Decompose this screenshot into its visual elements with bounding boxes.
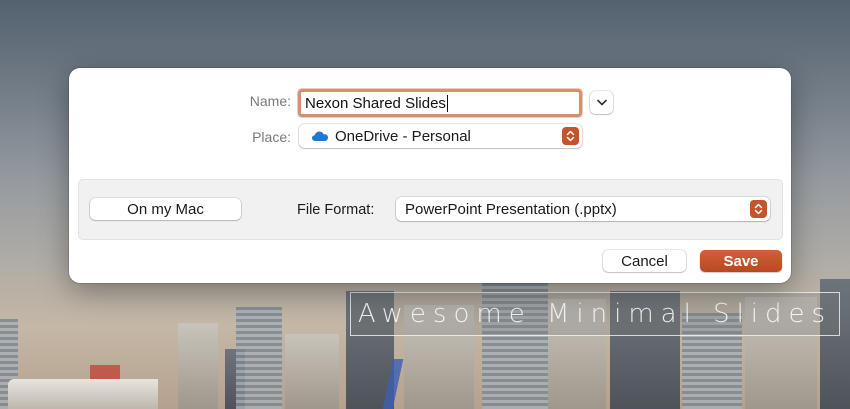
save-dialog: Name: Nexon Shared Slides Place: OneDriv… [69, 68, 791, 283]
up-down-chevron-icon [562, 127, 579, 145]
save-button[interactable]: Save [700, 250, 782, 272]
name-label: Name: [249, 93, 291, 109]
file-format-value: PowerPoint Presentation (.pptx) [405, 200, 617, 218]
cruise-ship [8, 379, 158, 409]
onedrive-cloud-icon [311, 130, 329, 142]
slide-title: Awesome Minimal Slides [357, 299, 833, 329]
ship-funnel [90, 365, 120, 379]
place-select[interactable]: OneDrive - Personal [299, 124, 582, 148]
file-format-select[interactable]: PowerPoint Presentation (.pptx) [396, 197, 770, 221]
chevron-down-icon [596, 99, 607, 106]
place-value: OneDrive - Personal [335, 127, 471, 145]
name-field-value: Nexon Shared Slides [305, 94, 446, 112]
name-field[interactable]: Nexon Shared Slides [298, 89, 582, 117]
up-down-chevron-icon [750, 200, 767, 218]
place-label: Place: [252, 129, 291, 145]
file-format-label: File Format: [297, 202, 375, 218]
on-my-mac-button[interactable]: On my Mac [90, 198, 241, 220]
building [178, 323, 218, 409]
building [236, 307, 282, 409]
building [285, 334, 339, 409]
cancel-button[interactable]: Cancel [603, 250, 686, 272]
slide-title-box: Awesome Minimal Slides [350, 292, 840, 336]
text-caret [446, 94, 448, 112]
expand-dialog-button[interactable] [590, 91, 613, 114]
